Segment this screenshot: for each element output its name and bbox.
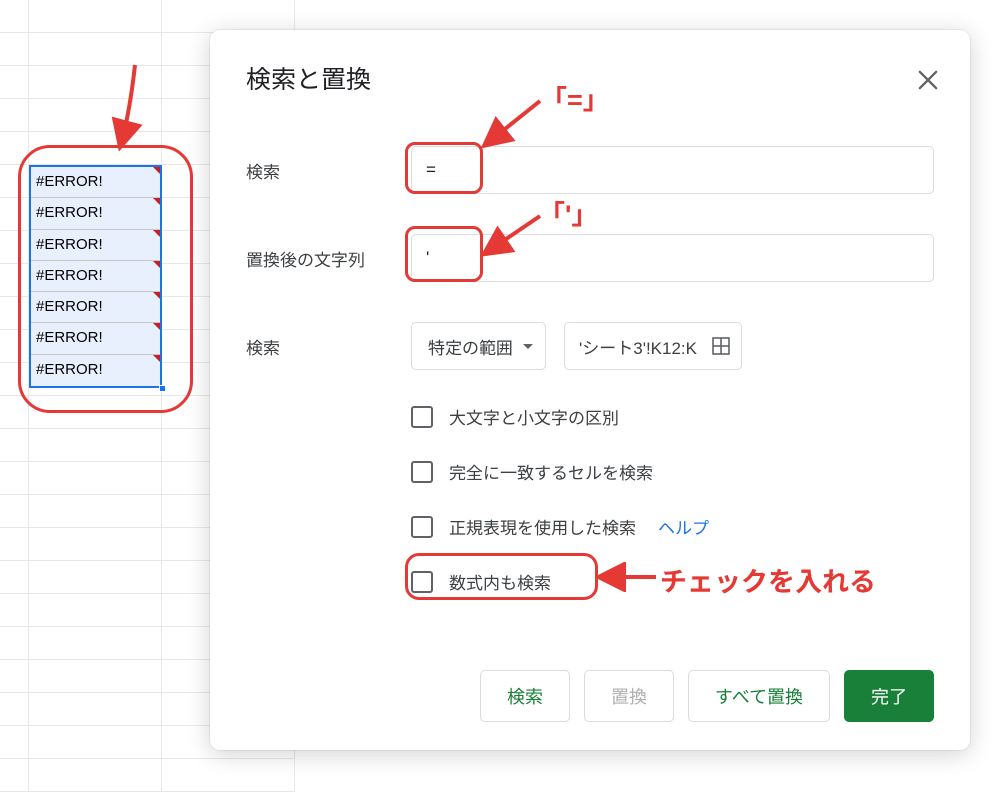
error-cell[interactable]: #ERROR! — [31, 198, 160, 229]
selected-range[interactable]: #ERROR!#ERROR!#ERROR!#ERROR!#ERROR!#ERRO… — [29, 165, 162, 388]
checkbox-regex-label: 正規表現を使用した検索 — [449, 514, 636, 539]
checkbox-entire-cell[interactable] — [411, 461, 433, 483]
error-indicator-icon — [153, 198, 160, 205]
range-value: 'シート3'!K12:K — [579, 334, 697, 359]
replace-all-button[interactable]: すべて置換 — [688, 670, 830, 722]
error-indicator-icon — [153, 323, 160, 330]
selection-handle[interactable] — [159, 385, 166, 392]
error-cell[interactable]: #ERROR! — [31, 292, 160, 323]
scope-label: 検索 — [246, 334, 411, 359]
checkbox-match-case-label: 大文字と小文字の区別 — [449, 404, 619, 429]
error-cell[interactable]: #ERROR! — [31, 167, 160, 198]
error-indicator-icon — [153, 230, 160, 237]
search-label: 検索 — [246, 158, 411, 183]
error-indicator-icon — [153, 292, 160, 299]
find-button[interactable]: 検索 — [480, 670, 570, 722]
checkbox-search-formulas-label: 数式内も検索 — [449, 569, 551, 594]
error-cell[interactable]: #ERROR! — [31, 261, 160, 292]
grid-select-icon[interactable] — [711, 336, 731, 356]
checkbox-entire-cell-label: 完全に一致するセルを検索 — [449, 459, 653, 484]
checkbox-match-case[interactable] — [411, 406, 433, 428]
scope-dropdown-value: 特定の範囲 — [428, 334, 513, 359]
replace-input[interactable] — [411, 234, 934, 282]
replace-button[interactable]: 置換 — [584, 670, 674, 722]
close-button[interactable] — [914, 66, 942, 94]
error-indicator-icon — [153, 355, 160, 362]
search-input[interactable] — [411, 146, 934, 194]
scope-dropdown[interactable]: 特定の範囲 — [411, 322, 546, 370]
error-cell[interactable]: #ERROR! — [31, 355, 160, 386]
error-indicator-icon — [153, 167, 160, 174]
range-input-box[interactable]: 'シート3'!K12:K — [564, 322, 742, 370]
close-icon — [914, 66, 942, 94]
replace-label: 置換後の文字列 — [246, 246, 411, 271]
error-indicator-icon — [153, 261, 160, 268]
error-cell[interactable]: #ERROR! — [31, 230, 160, 261]
find-replace-dialog: 検索と置換 検索 置換後の文字列 検索 特定の範囲 'シート3'!K12:K 大… — [210, 30, 970, 750]
dialog-title: 検索と置換 — [246, 60, 934, 96]
error-cell[interactable]: #ERROR! — [31, 323, 160, 354]
done-button[interactable]: 完了 — [844, 670, 934, 722]
checkbox-search-formulas[interactable] — [411, 571, 433, 593]
regex-help-link[interactable]: ヘルプ — [658, 514, 709, 539]
chevron-down-icon — [523, 344, 533, 349]
checkbox-regex[interactable] — [411, 516, 433, 538]
